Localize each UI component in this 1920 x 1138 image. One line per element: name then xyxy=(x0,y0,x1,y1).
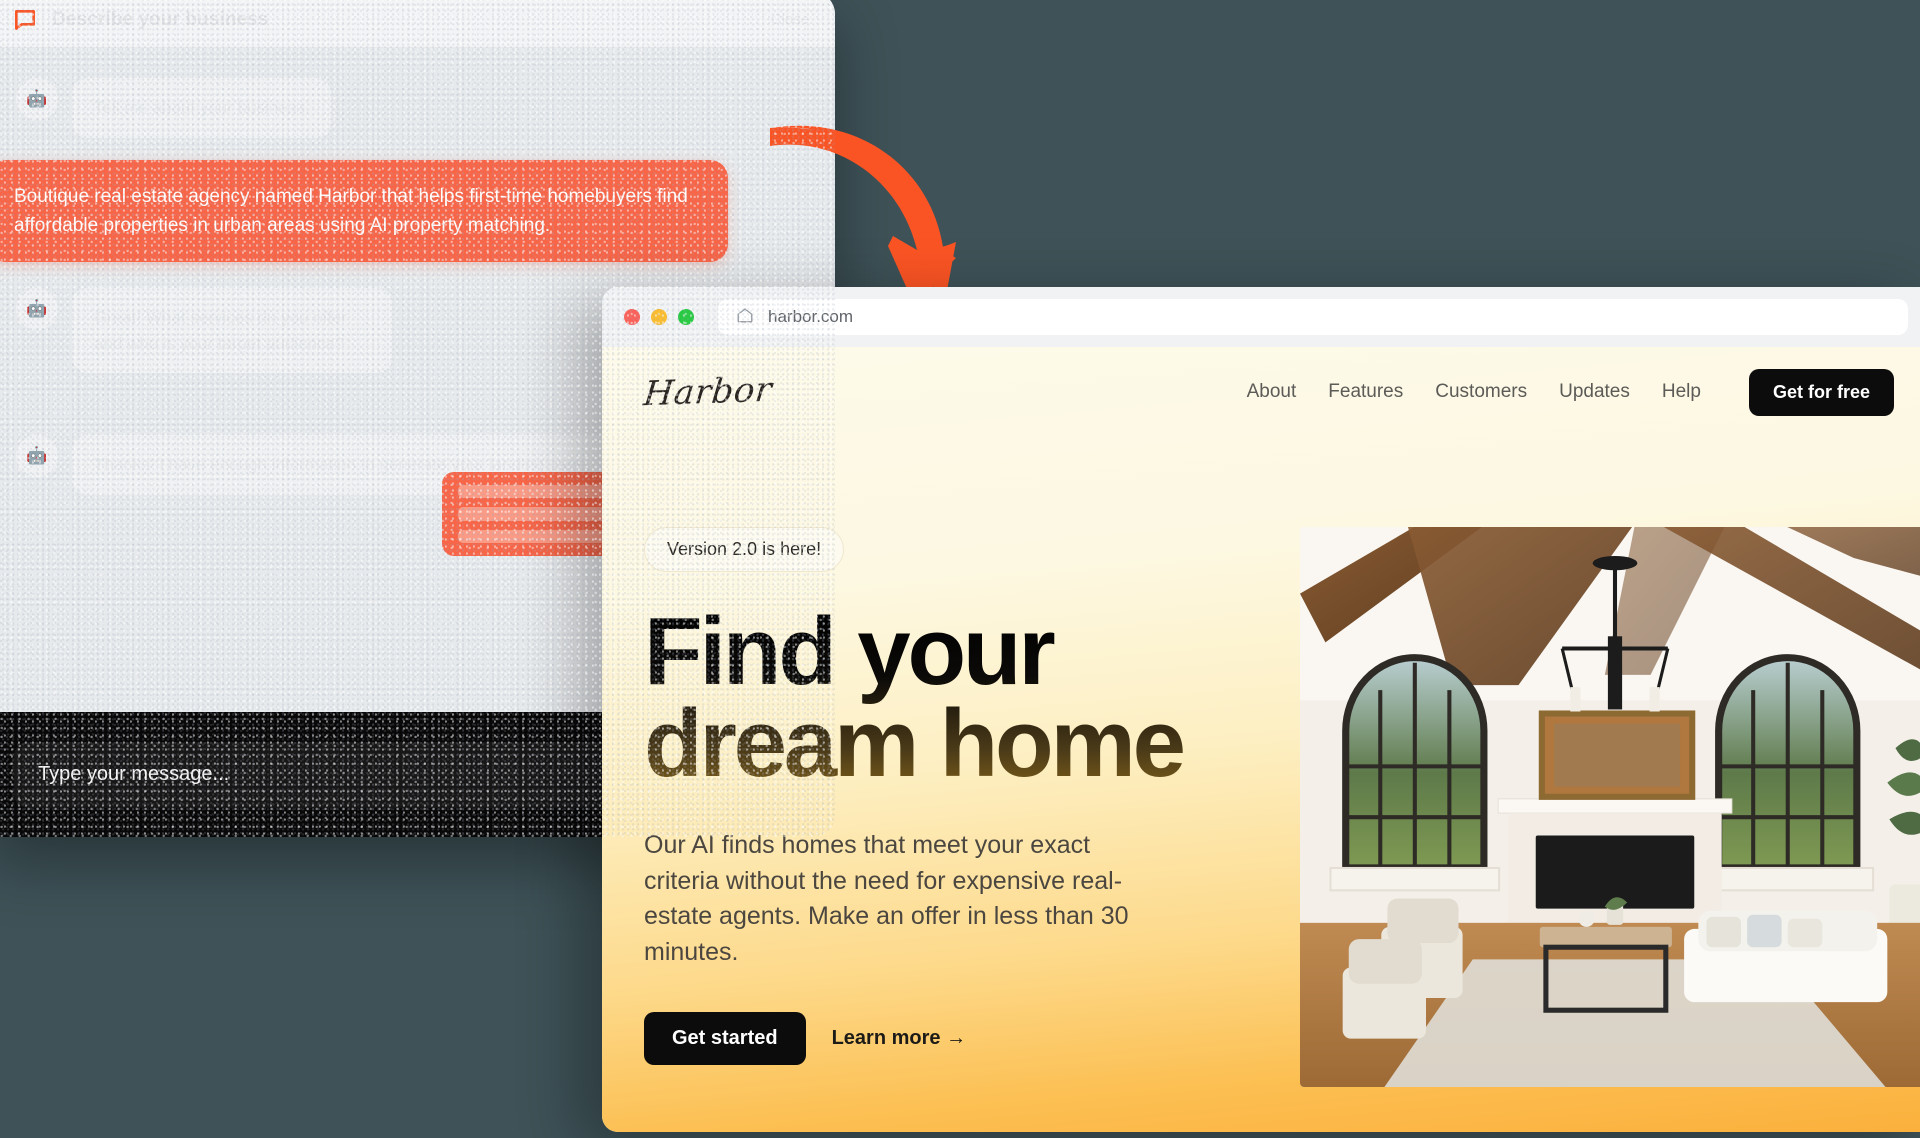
browser-chrome: harbor.com xyxy=(602,287,1920,347)
chat-message-user: Boutique real estate agency named Harbor… xyxy=(0,159,728,263)
learn-more-link[interactable]: Learn more → xyxy=(832,1027,966,1050)
chat-header: Describe your business Close xyxy=(0,0,835,48)
site-navbar: Harbor About Features Customers Updates … xyxy=(602,347,1920,437)
get-started-button[interactable]: Get started xyxy=(644,1012,806,1066)
bot-avatar: 🤖 xyxy=(16,288,58,331)
nav-item-updates[interactable]: Updates xyxy=(1559,381,1630,403)
maximize-window-button[interactable] xyxy=(678,309,694,325)
site-logo[interactable]: Harbor xyxy=(642,370,774,414)
nav-item-customers[interactable]: Customers xyxy=(1435,381,1527,403)
curved-arrow-icon xyxy=(760,118,960,308)
screenshot-stage: Describe your business Close 🤖 Tell me a… xyxy=(0,0,1920,1138)
chat-title: Describe your business xyxy=(52,8,269,30)
headline-line-1: Find your xyxy=(644,598,1053,705)
living-room-photo xyxy=(1300,527,1920,1087)
chat-bubble-icon xyxy=(12,7,38,33)
bot-avatar: 🤖 xyxy=(16,78,58,120)
get-for-free-button[interactable]: Get for free xyxy=(1748,368,1894,416)
version-badge[interactable]: Version 2.0 is here! xyxy=(644,527,845,572)
hero-copy: Version 2.0 is here! Find your dream home… xyxy=(644,485,1264,1087)
url-bar[interactable]: harbor.com xyxy=(718,299,1908,335)
chat-message-bot: 🤖 Tell me about your business. xyxy=(16,78,809,138)
close-window-button[interactable] xyxy=(624,309,640,325)
page-title: Find your dream home xyxy=(644,606,1264,790)
hero-media xyxy=(1300,485,1920,1087)
chat-bubble-text: Tell me about your business. xyxy=(72,78,332,138)
nav-links: About Features Customers Updates Help Ge… xyxy=(1247,368,1894,416)
window-controls xyxy=(624,309,694,325)
minimize-window-button[interactable] xyxy=(651,309,667,325)
hero-actions: Get started Learn more → xyxy=(644,1012,1264,1066)
chat-bubble-text: Great! What services do you offer and wh… xyxy=(72,288,392,374)
bot-avatar: 🤖 xyxy=(16,435,58,478)
home-icon xyxy=(736,306,754,329)
url-text: harbor.com xyxy=(768,307,854,326)
close-icon[interactable]: Close xyxy=(771,11,809,28)
browser-window: harbor.com Harbor About Features Custome… xyxy=(602,287,1920,1132)
landing-page: Harbor About Features Customers Updates … xyxy=(602,347,1920,1132)
nav-item-about[interactable]: About xyxy=(1247,381,1297,403)
nav-item-help[interactable]: Help xyxy=(1662,381,1701,403)
headline-line-2: dream home xyxy=(644,690,1183,798)
nav-item-features[interactable]: Features xyxy=(1328,381,1403,403)
hero-section: Version 2.0 is here! Find your dream home… xyxy=(602,437,1920,1087)
hero-subtitle: Our AI finds homes that meet your exact … xyxy=(644,831,1129,966)
